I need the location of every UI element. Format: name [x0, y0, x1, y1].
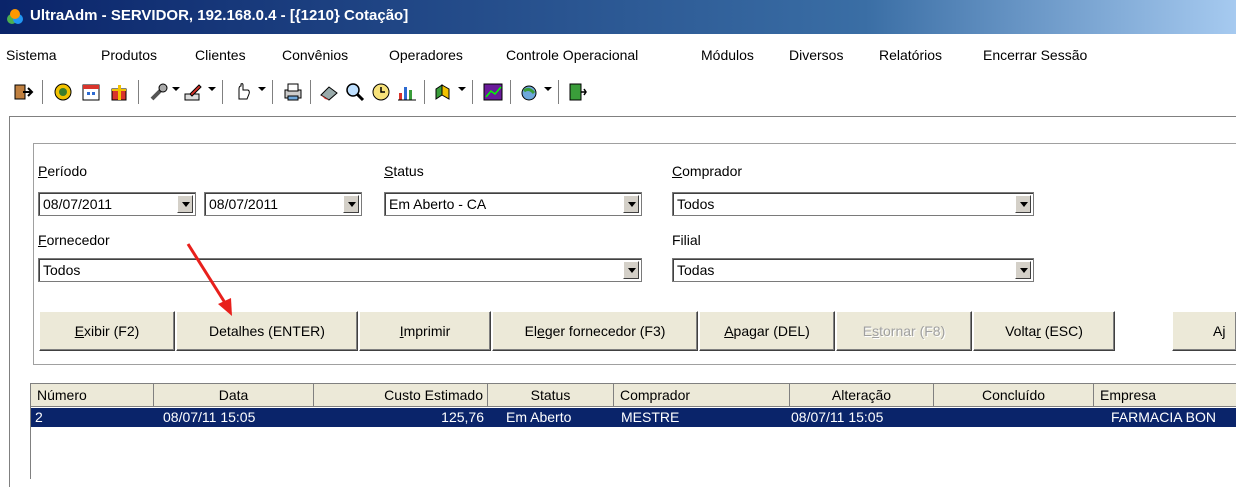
chevron-down-icon[interactable] — [177, 195, 193, 213]
menu-convenios[interactable]: Convênios — [282, 47, 348, 63]
apagar-button[interactable]: Apagar (DEL) — [699, 311, 835, 351]
menu-relatorios[interactable]: Relatórios — [879, 47, 942, 63]
cell-numero: 2 — [35, 409, 43, 425]
chevron-down-icon[interactable] — [1015, 261, 1031, 279]
menu-encerrar-sessao[interactable]: Encerrar Sessão — [983, 47, 1087, 63]
gift-icon[interactable] — [108, 81, 130, 103]
imprimir-button[interactable]: Imprimir — [359, 311, 491, 351]
fornecedor-select[interactable]: Todos — [38, 258, 642, 282]
annotation-arrow — [186, 243, 232, 316]
status-label: Status — [384, 163, 424, 179]
column-header-comprador[interactable]: Comprador — [614, 384, 790, 407]
hand-icon[interactable] — [232, 81, 254, 103]
eleger-fornecedor-button[interactable]: Eleger fornecedor (F3) — [492, 311, 698, 351]
column-header-alteracao[interactable]: Alteração — [790, 384, 934, 407]
toolbar-separator — [272, 80, 276, 104]
menu-bar: Sistema Produtos Clientes Convênios Oper… — [0, 40, 1236, 70]
estornar-button[interactable]: Estornar (F8) — [836, 311, 972, 351]
toolbar — [0, 74, 1236, 108]
tools-icon[interactable] — [148, 81, 170, 103]
window-title: UltraAdm - SERVIDOR, 192.168.0.4 - [{121… — [30, 7, 409, 24]
eraser-icon[interactable] — [318, 81, 340, 103]
column-header-custo-estimado[interactable]: Custo Estimado — [314, 384, 488, 407]
periodo-from-picker[interactable]: 08/07/2011 — [38, 192, 196, 216]
hand-dropdown-icon[interactable] — [258, 87, 266, 91]
menu-controle-operacional[interactable]: Controle Operacional — [506, 47, 638, 63]
toolbar-separator — [138, 80, 142, 104]
ajuda-button[interactable]: Aj — [1172, 311, 1236, 351]
globe-dropdown-icon[interactable] — [544, 87, 552, 91]
palette-dropdown-icon[interactable] — [458, 87, 466, 91]
palette-icon[interactable] — [432, 81, 454, 103]
comprador-label: Comprador — [672, 163, 743, 179]
menu-modulos[interactable]: Módulos — [701, 47, 754, 63]
pencil-dropdown-icon[interactable] — [208, 87, 216, 91]
chevron-down-icon[interactable] — [1015, 195, 1031, 213]
chevron-down-icon[interactable] — [623, 195, 639, 213]
calendar-icon[interactable] — [80, 81, 102, 103]
filial-select[interactable]: Todas — [672, 258, 1034, 282]
menu-produtos[interactable]: Produtos — [101, 47, 157, 63]
toolbar-separator — [222, 80, 226, 104]
menu-operadores[interactable]: Operadores — [389, 47, 463, 63]
voltar-button[interactable]: Voltar (ESC) — [973, 311, 1115, 351]
cell-empresa: FARMACIA BON — [1111, 409, 1217, 425]
menu-clientes[interactable]: Clientes — [195, 47, 246, 63]
pencil-icon[interactable] — [182, 81, 204, 103]
menu-sistema[interactable]: Sistema — [6, 47, 57, 63]
column-header-status[interactable]: Status — [488, 384, 614, 407]
periodo-to-picker[interactable]: 08/07/2011 — [204, 192, 362, 216]
column-header-concluido[interactable]: Concluído — [934, 384, 1094, 407]
column-header-data[interactable]: Data — [154, 384, 314, 407]
globe-star-icon[interactable] — [518, 81, 540, 103]
cell-alteracao: 08/07/11 15:05 — [791, 409, 884, 425]
app-logo-icon — [7, 9, 23, 24]
toolbar-separator — [558, 80, 562, 104]
cell-data: 08/07/11 15:05 — [163, 409, 256, 425]
column-header-empresa[interactable]: Empresa — [1094, 384, 1236, 407]
toolbar-separator — [424, 80, 428, 104]
printer-icon[interactable] — [282, 81, 304, 103]
toolbar-separator — [510, 80, 514, 104]
magnifier-icon[interactable] — [344, 81, 366, 103]
exibir-button[interactable]: Exibir (F2) — [39, 311, 175, 351]
globe-icon[interactable] — [52, 81, 74, 103]
clock-icon[interactable] — [370, 81, 392, 103]
cell-comprador: MESTRE — [621, 409, 680, 425]
exit-icon[interactable] — [12, 81, 34, 103]
chart-icon[interactable] — [396, 81, 418, 103]
table-row[interactable]: 2 08/07/11 15:05 125,76 Em Aberto MESTRE… — [31, 408, 1236, 427]
filial-label: Filial — [672, 232, 701, 248]
cotacao-table: Número Data Custo Estimado Status Compra… — [30, 383, 1236, 479]
status-select[interactable]: Em Aberto - CA — [384, 192, 642, 216]
fornecedor-label: Fornecedor — [38, 232, 110, 248]
toolbar-separator — [472, 80, 476, 104]
graph-icon[interactable] — [482, 81, 504, 103]
cell-status: Em Aberto — [506, 409, 572, 425]
column-header-numero[interactable]: Número — [31, 384, 154, 407]
door-icon[interactable] — [566, 81, 588, 103]
cell-custo-estimado: 125,76 — [441, 409, 484, 425]
tools-dropdown-icon[interactable] — [172, 87, 180, 91]
menu-diversos[interactable]: Diversos — [789, 47, 843, 63]
toolbar-separator — [310, 80, 314, 104]
periodo-label: Período — [38, 163, 88, 179]
title-bar[interactable]: UltraAdm - SERVIDOR, 192.168.0.4 - [{121… — [0, 0, 1236, 34]
chevron-down-icon[interactable] — [343, 195, 359, 213]
chevron-down-icon[interactable] — [623, 261, 639, 279]
comprador-select[interactable]: Todos — [672, 192, 1034, 216]
toolbar-separator — [42, 80, 46, 104]
